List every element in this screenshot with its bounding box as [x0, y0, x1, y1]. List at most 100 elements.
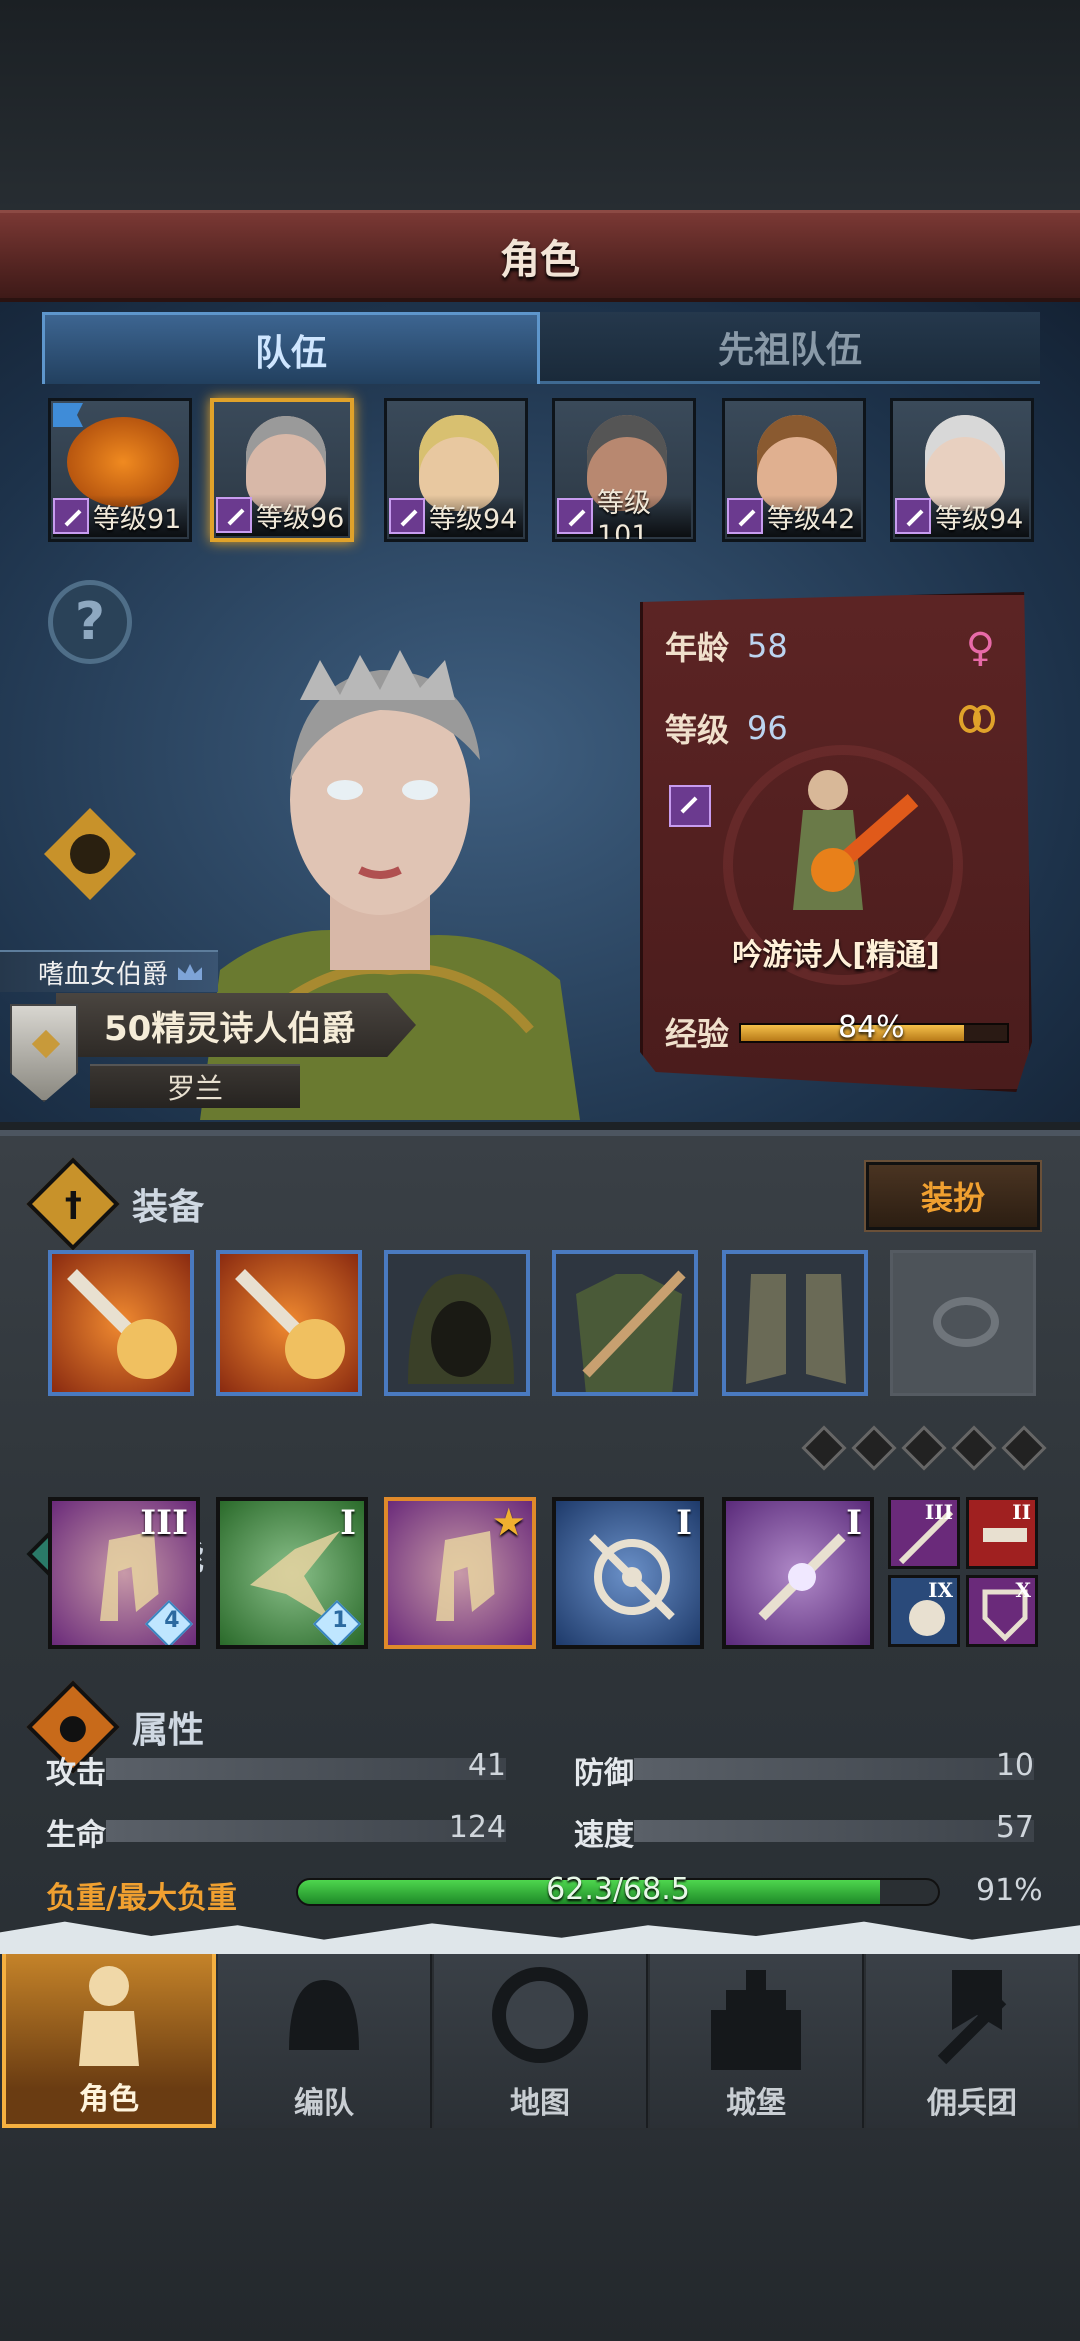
load-label: 负重/最大负重 [46, 1881, 237, 1916]
equipment-label: 装备 [132, 1187, 205, 1228]
marriage-rings-icon [959, 705, 999, 741]
party-slot-3[interactable]: 等级94 [384, 398, 528, 542]
exp-percent: 84% [838, 1010, 905, 1045]
skill-slot-1[interactable]: III 4 [48, 1497, 200, 1649]
banner-icon [937, 1970, 1007, 2065]
equip-slot-offhand[interactable] [216, 1250, 362, 1396]
full-title: 50精灵诗人伯爵 [104, 1008, 356, 1049]
stat-label: 攻击 [46, 1756, 106, 1791]
equip-slot-feet[interactable] [722, 1250, 868, 1396]
class-icon [727, 498, 763, 534]
castle-icon [711, 1970, 801, 2070]
party-level: 等级94 [429, 503, 518, 535]
full-title-banner: 50精灵诗人伯爵 [56, 993, 416, 1057]
skill-badge: 4 [144, 1599, 194, 1645]
party-level: 等级96 [256, 502, 345, 534]
tab-party[interactable]: 队伍 [42, 312, 540, 384]
skill-rank: I [846, 1503, 862, 1543]
passive-skill-1[interactable]: III [888, 1497, 960, 1569]
nav-mercenary[interactable]: 佣兵团 [866, 1944, 1078, 2128]
stat-value: 10 [995, 1748, 1034, 1783]
level-label: 等级 [665, 711, 730, 749]
nav-label: 地图 [510, 2086, 570, 2121]
tunic-icon [576, 1270, 686, 1392]
music-note-icon [100, 1531, 159, 1621]
dress-up-button[interactable]: 装扮 [864, 1160, 1042, 1232]
class-name: 吟游诗人[精通] [732, 938, 940, 973]
target-icon [589, 1534, 675, 1620]
nav-label: 佣兵团 [927, 2086, 1017, 2121]
party-level: 等级42 [767, 503, 856, 535]
question-icon: ? [74, 592, 106, 652]
nav-map[interactable]: 地图 [434, 1944, 648, 2128]
class-icon [895, 498, 931, 534]
helmet-icon [289, 1980, 359, 2050]
tab-ancestor-party[interactable]: 先祖队伍 [540, 312, 1040, 384]
skill-rank: I [340, 1503, 356, 1543]
page-title: 角色 [500, 236, 580, 283]
skill-slot-5[interactable]: I [722, 1497, 874, 1649]
help-button[interactable]: ? [48, 580, 132, 664]
title-tag: 嗜血女伯爵 [0, 950, 218, 992]
hood-icon [408, 1274, 514, 1384]
class-icon [53, 498, 89, 534]
skill-rank: III [140, 1503, 188, 1543]
passive-skill-2[interactable]: II [966, 1497, 1038, 1569]
skill-slot-2[interactable]: I 1 [216, 1497, 368, 1649]
party-slot-5[interactable]: 等级42 [722, 398, 866, 542]
party-slot-6[interactable]: 等级94 [890, 398, 1034, 542]
equip-slot-head[interactable] [384, 1250, 530, 1396]
load-percent: 91% [976, 1873, 1043, 1908]
bottom-area [0, 2130, 1080, 2341]
class-icon [389, 498, 425, 534]
equipment-header: † 装备 [26, 1157, 205, 1251]
passive-skill-3[interactable]: IX [888, 1575, 960, 1647]
nav-label: 编队 [294, 2086, 354, 2121]
pumpkin-portrait [67, 417, 179, 507]
ring-slot-icon [933, 1297, 999, 1347]
character-stat-card: 年龄 58 ♀ 等级 96 吟游诗人[精通] 经验 84% [640, 592, 1032, 1092]
attributes-label: 属性 [132, 1710, 205, 1751]
level-value: 96 [747, 709, 788, 747]
nav-label: 城堡 [726, 2086, 786, 2121]
party-level: 等级91 [93, 503, 182, 535]
title-tag-text: 嗜血女伯爵 [38, 959, 169, 990]
skill-points-indicator [801, 1425, 1047, 1471]
nav-label: 角色 [79, 2082, 139, 2117]
stat-value: 57 [995, 1810, 1034, 1845]
status-area [0, 0, 1080, 210]
skill-slot-3[interactable]: ★ [384, 1497, 536, 1649]
skill-rank: I [676, 1503, 692, 1543]
party-level: 等级101 [597, 488, 651, 542]
nav-character[interactable]: 角色 [2, 1944, 216, 2128]
skill-slot-4[interactable]: I [552, 1497, 704, 1649]
stat-defense: 防御 10 [574, 1748, 1034, 1791]
stat-hp: 生命 124 [46, 1810, 506, 1853]
dagger-icon: † [26, 1157, 120, 1251]
stat-label: 生命 [46, 1818, 106, 1853]
load-value: 62.3/68.5 [546, 1872, 690, 1907]
party-slot-4[interactable]: 等级101 [552, 398, 696, 542]
female-icon: ♀ [965, 625, 995, 671]
passive-skill-4[interactable]: X [966, 1575, 1038, 1647]
flag-icon [53, 403, 83, 427]
character-name: 罗兰 [166, 1072, 223, 1105]
equip-slot-body[interactable] [552, 1250, 698, 1396]
stat-label: 防御 [574, 1756, 634, 1791]
header-bar: 角色 [0, 210, 1080, 302]
class-icon [216, 497, 252, 533]
nav-formation[interactable]: 编队 [218, 1944, 432, 2128]
knight-icon [79, 1966, 139, 2066]
crown-icon [178, 964, 203, 980]
equip-slot-weapon[interactable] [48, 1250, 194, 1396]
party-slot-1[interactable]: 等级91 [48, 398, 192, 542]
potion-icon [70, 834, 110, 874]
fire-lute-icon [235, 1269, 345, 1379]
stat-value: 124 [448, 1810, 506, 1845]
stat-value: 41 [467, 1748, 506, 1783]
equip-slot-ring[interactable] [890, 1250, 1036, 1396]
exp-label: 经验 [665, 1015, 730, 1053]
party-slot-2[interactable]: 等级96 [210, 398, 354, 542]
nav-castle[interactable]: 城堡 [650, 1944, 864, 2128]
fire-lute-icon [67, 1269, 177, 1379]
